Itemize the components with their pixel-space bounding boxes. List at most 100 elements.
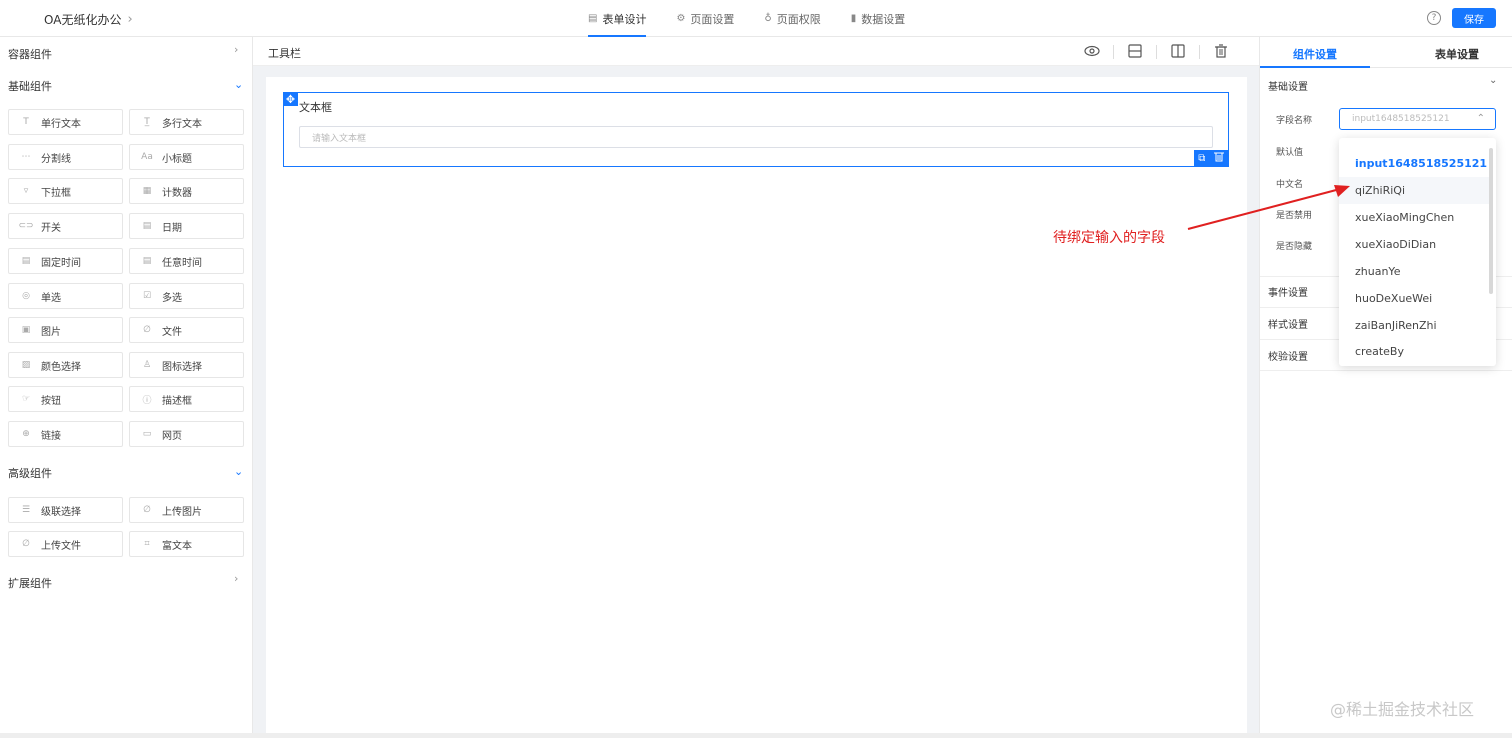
tab-form-design[interactable]: ▤ 表单设计: [588, 0, 647, 37]
component-dropdown[interactable]: ▿ 下拉框: [8, 178, 123, 204]
component-color-select[interactable]: ▨ 颜色选择: [8, 352, 123, 378]
group-validate-settings[interactable]: 校验设置: [1268, 348, 1308, 363]
prop-default-value: 默认值: [1276, 148, 1304, 158]
component-label: 颜色选择: [41, 361, 81, 373]
gear-icon: ⚙: [676, 13, 686, 24]
copy-icon[interactable]: ⧉: [1198, 153, 1205, 164]
chevron-down-icon[interactable]: ⌄: [234, 78, 243, 91]
tab-page-permission[interactable]: ♁ 页面权限: [764, 0, 820, 37]
dropdown-option[interactable]: createBy: [1339, 338, 1489, 365]
app-title[interactable]: OA无纸化办公 ›: [44, 11, 133, 28]
tab-data-settings[interactable]: ▮ 数据设置: [851, 0, 906, 37]
top-bar: OA无纸化办公 › ▤ 表单设计 ⚙ 页面设置 ♁ 页面权限 ▮ 数据设置 ? …: [0, 0, 1512, 37]
lock-icon: ♁: [764, 13, 772, 24]
component-link[interactable]: ⊕ 链接: [8, 421, 123, 447]
dropdown-option[interactable]: huoDeXueWei: [1339, 285, 1489, 312]
split-vertical-icon[interactable]: [1170, 44, 1186, 58]
eye-icon[interactable]: [1084, 44, 1100, 58]
section-container[interactable]: 容器组件: [8, 46, 52, 62]
component-label: 单选: [41, 292, 61, 304]
split-horizontal-icon[interactable]: [1127, 44, 1143, 58]
component-upload-file[interactable]: ∅ 上传文件: [8, 531, 123, 557]
component-label: 图标选择: [162, 361, 202, 373]
dropdown-option[interactable]: qiZhiRiQi: [1339, 177, 1489, 204]
button-icon: ☞: [21, 394, 31, 404]
cascade-icon: ☰: [21, 505, 31, 515]
component-date[interactable]: ▤ 日期: [129, 213, 244, 239]
component-switch[interactable]: ⊂⊃ 开关: [8, 213, 123, 239]
component-fixed-time[interactable]: ▤ 固定时间: [8, 248, 123, 274]
component-multi-line-text[interactable]: T̲ 多行文本: [129, 109, 244, 135]
component-counter[interactable]: ▦ 计数器: [129, 178, 244, 204]
component-cascade[interactable]: ☰ 级联选择: [8, 497, 123, 523]
info-icon: ⓘ: [142, 395, 152, 406]
main-tabs: ▤ 表单设计 ⚙ 页面设置 ♁ 页面权限 ▮ 数据设置: [588, 0, 905, 37]
component-label: 开关: [41, 222, 61, 234]
component-any-time[interactable]: ▤ 任意时间: [129, 248, 244, 274]
component-label: 计数器: [162, 187, 192, 199]
move-icon[interactable]: ✥: [283, 92, 298, 106]
help-icon[interactable]: ?: [1427, 11, 1441, 25]
component-single-line-text[interactable]: T 单行文本: [8, 109, 123, 135]
form-canvas[interactable]: [266, 77, 1247, 738]
section-advanced[interactable]: 高级组件: [8, 465, 52, 481]
component-label: 链接: [41, 430, 61, 442]
dropdown-option[interactable]: xueXiaoMingChen: [1339, 204, 1489, 231]
component-checkbox[interactable]: ☑ 多选: [129, 283, 244, 309]
component-icon-select[interactable]: ♙ 图标选择: [129, 352, 244, 378]
component-subtitle[interactable]: Aa 小标题: [129, 144, 244, 170]
trash-icon[interactable]: [1213, 44, 1229, 58]
component-description[interactable]: ⓘ 描述框: [129, 386, 244, 412]
section-basic[interactable]: 基础组件: [8, 78, 52, 94]
subtitle-icon: Aa: [141, 152, 153, 162]
tab-component-settings[interactable]: 组件设置: [1293, 46, 1337, 62]
annotation-arrow-icon: [1187, 185, 1350, 230]
component-button[interactable]: ☞ 按钮: [8, 386, 123, 412]
chevron-down-icon[interactable]: ⌄: [1489, 75, 1497, 86]
field-name-select[interactable]: input1648518525121 ⌃: [1339, 108, 1496, 130]
group-style-settings[interactable]: 样式设置: [1268, 316, 1308, 331]
component-image[interactable]: ▣ 图片: [8, 317, 123, 343]
text-icon: T: [23, 117, 29, 127]
tab-form-settings[interactable]: 表单设置: [1435, 46, 1479, 62]
tab-label: 页面权限: [776, 12, 821, 26]
component-label: 富文本: [162, 540, 192, 552]
section-extended[interactable]: 扩展组件: [8, 575, 52, 591]
checkbox-icon: ☑: [142, 291, 152, 301]
prop-field-name: 字段名称: [1276, 116, 1313, 126]
component-richtext[interactable]: ⌗ 富文本: [129, 531, 244, 557]
calendar-icon: ▤: [142, 221, 152, 231]
paperclip-icon: ∅: [143, 325, 151, 335]
toolbar-divider: [1156, 45, 1157, 59]
component-label: 多行文本: [162, 118, 202, 130]
active-tab-indicator: [1260, 66, 1370, 68]
component-webpage[interactable]: ▭ 网页: [129, 421, 244, 447]
annotation-text: 待绑定输入的字段: [1053, 230, 1165, 246]
chevron-right-icon[interactable]: ›: [234, 572, 238, 585]
text-input-preview[interactable]: 请输入文本框: [299, 126, 1213, 148]
component-label: 单行文本: [41, 118, 81, 130]
component-label: 下拉框: [41, 187, 71, 199]
divider-icon: ⋯: [21, 152, 31, 162]
chevron-down-icon[interactable]: ⌄: [234, 465, 243, 478]
component-upload-image[interactable]: ∅ 上传图片: [129, 497, 244, 523]
dropdown-option[interactable]: zhuanYe: [1339, 258, 1489, 285]
tab-page-settings[interactable]: ⚙ 页面设置: [676, 0, 734, 37]
chevron-up-icon: ⌃: [1476, 113, 1485, 124]
group-basic-settings[interactable]: 基础设置: [1268, 78, 1308, 93]
dropdown-option[interactable]: xueXiaoDiDian: [1339, 231, 1489, 258]
save-button[interactable]: 保存: [1452, 8, 1496, 28]
dropdown-option[interactable]: zaiBanJiRenZhi: [1339, 312, 1489, 339]
component-radio[interactable]: ◎ 单选: [8, 283, 123, 309]
tab-label: 页面设置: [690, 12, 735, 26]
paperclip-icon: ∅: [22, 539, 30, 549]
switch-icon: ⊂⊃: [18, 221, 34, 231]
chevron-right-icon[interactable]: ›: [234, 43, 238, 56]
component-divider[interactable]: ⋯ 分割线: [8, 144, 123, 170]
dropdown-option[interactable]: input1648518525121: [1339, 150, 1489, 177]
group-event-settings[interactable]: 事件设置: [1268, 284, 1308, 299]
component-file[interactable]: ∅ 文件: [129, 317, 244, 343]
dropdown-scrollbar[interactable]: [1489, 148, 1493, 294]
field-actions: ⧉: [1194, 150, 1228, 166]
trash-icon[interactable]: [1213, 151, 1224, 165]
